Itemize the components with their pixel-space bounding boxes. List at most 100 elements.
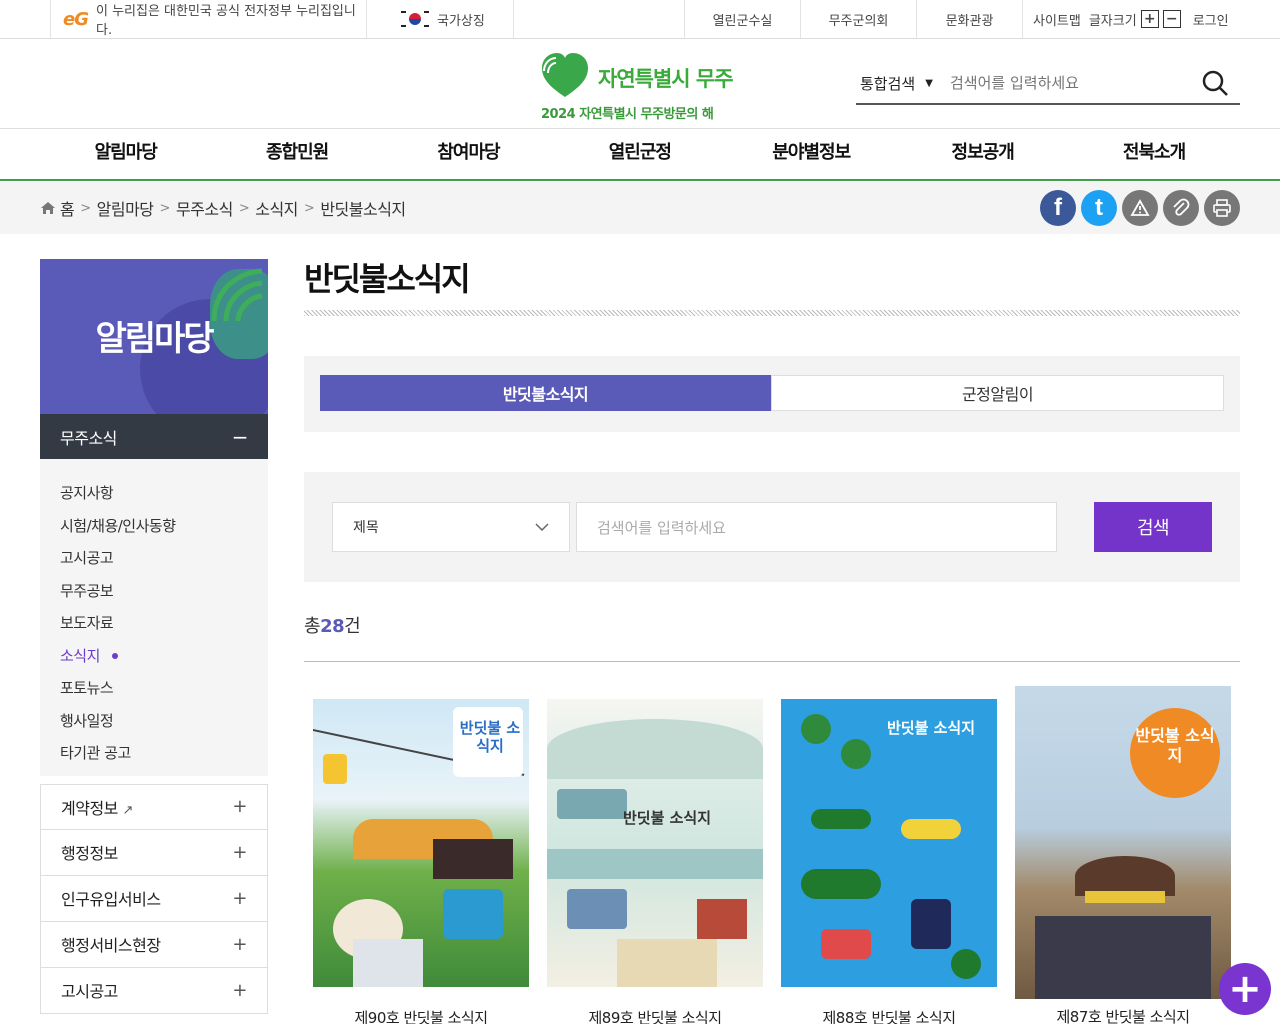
gnb-item-jeonbuk[interactable]: 전북소개: [1068, 129, 1239, 179]
topbar-link-label: 열린군수실: [712, 13, 773, 29]
national-symbol-link[interactable]: 국가상징: [366, 0, 514, 38]
cover-image: 반딧불 소식지: [313, 699, 529, 987]
search-scope-label: 통합검색: [860, 74, 916, 93]
sidebar-section-label: 무주소식: [60, 428, 117, 448]
location-bar: 홈 > 알림마당 > 무주소식 > 소식지 > 반딧불소식지 f t: [0, 182, 1280, 234]
gallery-item[interactable]: 반딧불 소식지 제87호 반딧불 소식지: [1015, 686, 1231, 1024]
gallery-item-title[interactable]: 제89호 반딧불 소식지: [547, 1007, 763, 1024]
sidebar: 알림마당 무주소식 − 공지사항 시험/채용/인사동향 고시공고 무주공보 보도…: [40, 259, 268, 1014]
font-size-label: 글자크기: [1088, 13, 1137, 29]
sidebar-group-label: 행정정보: [61, 844, 118, 863]
twitter-icon[interactable]: t: [1081, 190, 1117, 226]
chevron-right-icon: >: [80, 200, 91, 216]
expand-icon: +: [232, 933, 247, 955]
sidebar-banner: 알림마당: [40, 259, 268, 414]
font-increase-button[interactable]: +: [1140, 10, 1159, 28]
topbar-link-label: 문화관광: [945, 13, 994, 29]
gov-notice[interactable]: eG 이 누리집은 대한민국 공식 전자정부 누리집입니다.: [50, 0, 366, 38]
search-field-select[interactable]: 제목: [332, 502, 570, 552]
chevron-down-icon: [535, 523, 549, 531]
cover-title: 반딧불 소식지: [459, 719, 521, 755]
gnb-item-participation[interactable]: 참여마당: [383, 129, 554, 179]
sidebar-item-photo-news[interactable]: 포토뉴스: [40, 672, 268, 705]
gallery-item[interactable]: 반딧불 소식지 제89호 반딧불 소식지: [547, 699, 763, 1024]
cover-title: 반딧불 소식지: [1135, 726, 1215, 765]
sidebar-item-notices[interactable]: 공지사항: [40, 477, 268, 510]
sidebar-item-other-agencies[interactable]: 타기관 공고: [40, 737, 268, 770]
search-icon[interactable]: [1200, 68, 1230, 98]
caret-down-icon: ▼: [925, 77, 933, 89]
topbar-tools: 사이트맵 글자크기 + − 로그인: [1022, 0, 1240, 38]
gov-notice-text: 이 누리집은 대한민국 공식 전자정부 누리집입니다.: [95, 4, 356, 38]
gnb-item-administration[interactable]: 열린군정: [554, 129, 725, 179]
sitemap-link[interactable]: 사이트맵: [1033, 10, 1081, 29]
gallery-item-title[interactable]: 제90호 반딧불 소식지: [313, 1007, 529, 1024]
breadcrumb-item[interactable]: 무주소식: [176, 196, 233, 220]
gallery-item[interactable]: 반딧불 소식지 제88호 반딧불 소식지: [781, 699, 997, 1024]
topbar-link-mayor[interactable]: 열린군수실: [684, 0, 800, 38]
chevron-right-icon: >: [303, 200, 315, 216]
tab-container: 반딧불소식지 군정알림이: [304, 356, 1240, 432]
gnb-item-notice[interactable]: 알림마당: [40, 129, 211, 179]
main-content: 반딧불소식지 반딧불소식지 군정알림이 제목 검색어를 입력하세요 검색 총28…: [304, 250, 1240, 662]
expand-icon: +: [232, 979, 247, 1001]
expand-icon: +: [232, 887, 247, 909]
total-number: 28: [320, 616, 345, 637]
sidebar-group-admin-info[interactable]: 행정정보 +: [40, 829, 268, 876]
logo-slogan: 2024 자연특별시 무주방문의 해: [541, 107, 714, 122]
breadcrumb-item[interactable]: 알림마당: [97, 196, 154, 220]
gallery-item-title[interactable]: 제87호 반딧불 소식지: [1015, 1006, 1231, 1024]
font-decrease-button[interactable]: −: [1162, 10, 1181, 28]
topbar-link-council[interactable]: 무주군의회: [800, 0, 916, 38]
quick-menu-button[interactable]: +: [1219, 963, 1271, 1015]
sidebar-section-muju-news[interactable]: 무주소식 −: [40, 414, 268, 459]
breadcrumb-item[interactable]: 소식지: [255, 196, 298, 220]
breadcrumb-current: 반딧불소식지: [320, 200, 406, 219]
sidebar-item-newsletter[interactable]: 소식지: [40, 640, 268, 673]
sidebar-group-label: 계약정보: [61, 798, 118, 818]
topbar-link-tourism[interactable]: 문화관광: [916, 0, 1022, 38]
sidebar-group-contract[interactable]: 계약정보 ↗ +: [40, 783, 268, 830]
sidebar-group-public-notice[interactable]: 고시공고 +: [40, 967, 268, 1014]
sidebar-item-press[interactable]: 보도자료: [40, 607, 268, 640]
tab-bandibul-newsletter[interactable]: 반딧불소식지: [320, 375, 771, 411]
gnb-item-field-info[interactable]: 분야별정보: [726, 129, 897, 179]
report-icon[interactable]: [1122, 190, 1158, 226]
search-scope-select[interactable]: 통합검색 ▼: [856, 73, 950, 94]
facebook-icon[interactable]: f: [1040, 190, 1076, 226]
gallery-item[interactable]: 반딧불 소식지 제90호 반딧불 소식지: [313, 699, 529, 1024]
search-button[interactable]: 검색: [1094, 502, 1212, 552]
sidebar-item-events[interactable]: 행사일정: [40, 705, 268, 738]
total-prefix: 총: [304, 616, 321, 637]
egov-logo-icon: eG: [63, 8, 89, 30]
cover-image: 반딧불 소식지: [547, 699, 763, 987]
sidebar-item-muju-bulletin[interactable]: 무주공보: [40, 575, 268, 608]
heart-logo-icon: [542, 53, 588, 97]
sidebar-title: 알림마당: [95, 319, 214, 359]
korea-flag-icon: [401, 9, 429, 29]
breadcrumb: 홈 > 알림마당 > 무주소식 > 소식지 > 반딧불소식지: [40, 196, 406, 220]
login-link[interactable]: 로그인: [1193, 10, 1229, 29]
sidebar-group-service-site[interactable]: 행정서비스현장 +: [40, 921, 268, 968]
sidebar-group-population[interactable]: 인구유입서비스 +: [40, 875, 268, 922]
integrated-search-input[interactable]: [950, 74, 1200, 92]
gnb-item-civil[interactable]: 종합민원: [211, 129, 382, 179]
sidebar-group-label: 고시공고: [61, 982, 118, 1001]
board-search-input[interactable]: 검색어를 입력하세요: [576, 502, 1057, 552]
search-field-label: 제목: [353, 520, 379, 536]
page-title: 반딧불소식지: [304, 260, 471, 298]
breadcrumb-home[interactable]: 홈: [60, 196, 75, 220]
link-icon[interactable]: [1163, 190, 1199, 226]
search-placeholder: 검색어를 입력하세요: [597, 518, 726, 537]
national-symbol-label: 국가상징: [437, 13, 485, 29]
newsletter-gallery: 반딧불 소식지 제90호 반딧불 소식지 반딧불 소식지 제89호 반딧불 소식…: [304, 686, 1240, 1024]
sidebar-item-public-notice[interactable]: 고시공고: [40, 542, 268, 575]
tab-county-news[interactable]: 군정알림이: [771, 375, 1224, 411]
sidebar-item-recruitment[interactable]: 시험/채용/인사동향: [40, 510, 268, 543]
gnb-item-disclosure[interactable]: 정보공개: [897, 129, 1068, 179]
gallery-item-title[interactable]: 제88호 반딧불 소식지: [781, 1007, 997, 1024]
expand-icon: +: [232, 841, 247, 863]
site-logo[interactable]: 자연특별시 무주 2024 자연특별시 무주방문의 해: [538, 49, 748, 123]
print-icon[interactable]: [1204, 190, 1240, 226]
cover-title: 반딧불 소식지: [886, 719, 976, 737]
